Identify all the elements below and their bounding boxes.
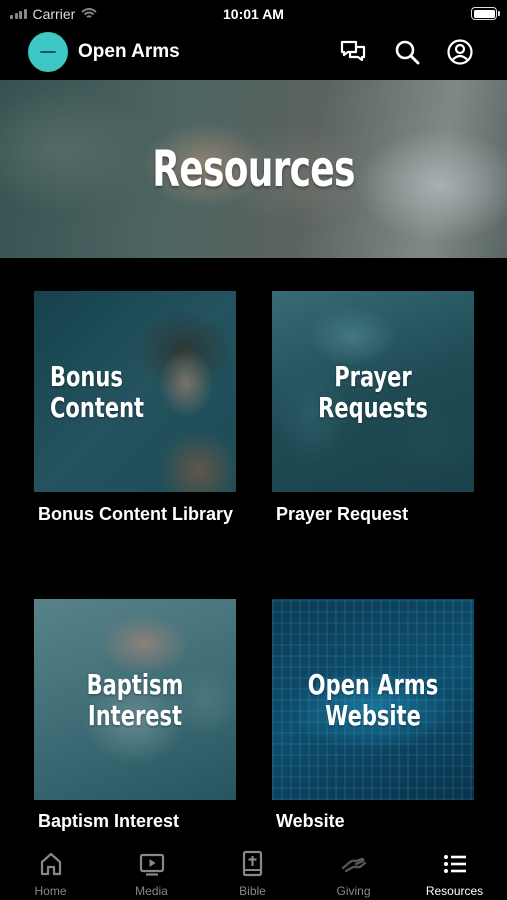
tab-label: Home: [34, 884, 67, 898]
tab-label: Bible: [239, 884, 266, 898]
resource-tile-website[interactable]: Open Arms Website: [272, 599, 474, 800]
home-icon: [40, 852, 62, 876]
tab-media[interactable]: Media: [101, 840, 202, 900]
clock: 10:01 AM: [223, 6, 284, 22]
tile-title: Open Arms Website: [307, 668, 439, 732]
resource-tile-prayer-requests[interactable]: Prayer Requests: [272, 291, 474, 492]
tab-label: Media: [135, 884, 168, 898]
status-bar: Carrier 10:01 AM: [0, 0, 507, 28]
resource-tile-baptism-interest[interactable]: Baptism Interest: [34, 599, 236, 800]
tab-home[interactable]: Home: [0, 840, 101, 900]
tile-title: Baptism Interest: [86, 668, 184, 732]
tab-label: Resources: [425, 884, 484, 898]
app-title: Open Arms: [78, 41, 180, 62]
tab-bible[interactable]: Bible: [202, 840, 303, 900]
tab-giving[interactable]: Giving: [303, 840, 404, 900]
tile-title: Bonus Content: [50, 360, 145, 424]
app-logo[interactable]: [28, 32, 68, 72]
page-title: Resources: [152, 140, 355, 198]
resource-tile-bonus-content[interactable]: Bonus Content: [34, 291, 236, 492]
list-icon: [444, 855, 466, 873]
tab-bar: Home Media Bible Giving Resources: [0, 840, 507, 900]
resource-caption[interactable]: Website: [276, 810, 476, 833]
resource-caption[interactable]: Prayer Request: [276, 503, 476, 526]
app-header: Open Arms: [0, 28, 507, 78]
giving-icon: [341, 857, 367, 873]
tab-label: Giving: [336, 884, 371, 898]
play-icon: [139, 853, 165, 876]
tile-title: Prayer Requests: [318, 360, 428, 424]
resource-caption[interactable]: Bonus Content Library: [38, 503, 238, 526]
messages-icon[interactable]: [339, 38, 367, 66]
battery-icon: [471, 7, 500, 20]
search-icon[interactable]: [393, 38, 421, 66]
tab-resources[interactable]: Resources: [404, 840, 505, 900]
hero-banner: Resources: [0, 80, 507, 258]
resource-caption[interactable]: Baptism Interest: [38, 810, 238, 833]
bible-icon: [242, 850, 263, 877]
profile-icon[interactable]: [446, 38, 474, 66]
